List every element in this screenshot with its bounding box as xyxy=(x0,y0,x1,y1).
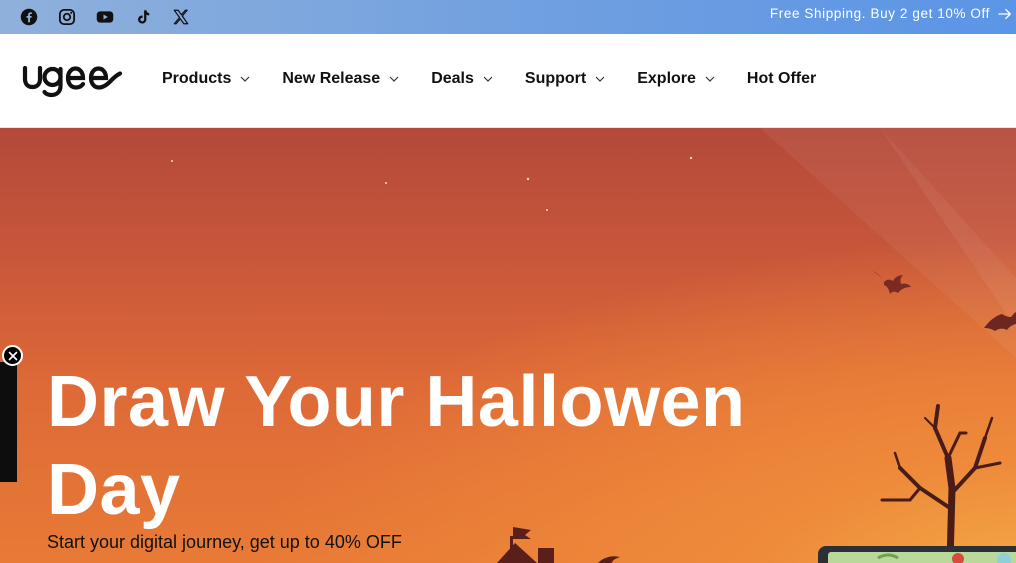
announcement-bar: Free Shipping. Buy 2 get 10% Off xyxy=(0,0,1016,34)
promo-link[interactable]: Free Shipping. Buy 2 get 10% Off xyxy=(770,6,1012,21)
facebook-link[interactable] xyxy=(20,4,58,30)
side-tab-close-button[interactable] xyxy=(2,345,23,366)
youtube-icon xyxy=(96,11,114,23)
arrow-right-icon xyxy=(998,8,1011,19)
promo-text: Free Shipping. Buy 2 get 10% Off xyxy=(769,6,990,21)
ugee-logo-mark xyxy=(22,65,123,98)
chevron-down-icon xyxy=(483,76,493,82)
close-icon xyxy=(8,351,17,360)
facebook-icon xyxy=(20,8,38,26)
hero-title-line2: Day xyxy=(47,450,181,530)
nav-products[interactable]: Products xyxy=(162,70,251,88)
bat-icon xyxy=(872,271,911,294)
chevron-down-icon xyxy=(595,76,605,82)
main-nav: Products New Release Deals Support Explo… xyxy=(162,70,816,88)
social-links xyxy=(20,4,210,30)
chevron-down-icon xyxy=(240,76,250,82)
nav-support[interactable]: Support xyxy=(525,70,606,88)
tiktok-link[interactable] xyxy=(134,4,172,30)
nav-support-label: Support xyxy=(524,70,587,87)
nav-new-release[interactable]: New Release xyxy=(282,70,400,88)
hero-title: Draw Your Hallowen Day xyxy=(47,358,747,534)
side-promo-tab[interactable] xyxy=(0,362,17,482)
nav-new-release-label: New Release xyxy=(282,70,381,87)
instagram-icon xyxy=(58,8,76,26)
nav-explore-label: Explore xyxy=(637,70,696,87)
nav-explore[interactable]: Explore xyxy=(637,70,716,88)
instagram-link[interactable] xyxy=(58,4,96,30)
hero-banner[interactable]: Draw Your Hallowen Day Start your digita… xyxy=(0,128,1016,563)
nav-deals[interactable]: Deals xyxy=(431,70,494,88)
youtube-link[interactable] xyxy=(96,4,134,30)
x-icon xyxy=(173,9,189,25)
site-header: Products New Release Deals Support Explo… xyxy=(0,34,1016,128)
chevron-down-icon xyxy=(705,76,715,82)
nav-deals-label: Deals xyxy=(431,70,474,87)
chevron-down-icon xyxy=(389,76,399,82)
tiktok-icon xyxy=(138,10,150,24)
hero-subtitle: Start your digital journey, get up to 40… xyxy=(47,532,402,552)
hero-title-line1: Draw Your Hallowen xyxy=(47,362,746,442)
nav-products-label: Products xyxy=(162,70,232,87)
nav-hot-offer[interactable]: Hot Offer xyxy=(747,70,816,88)
ugee-logo[interactable] xyxy=(22,60,126,102)
nav-hot-offer-label: Hot Offer xyxy=(746,70,817,87)
x-link[interactable] xyxy=(172,4,210,30)
